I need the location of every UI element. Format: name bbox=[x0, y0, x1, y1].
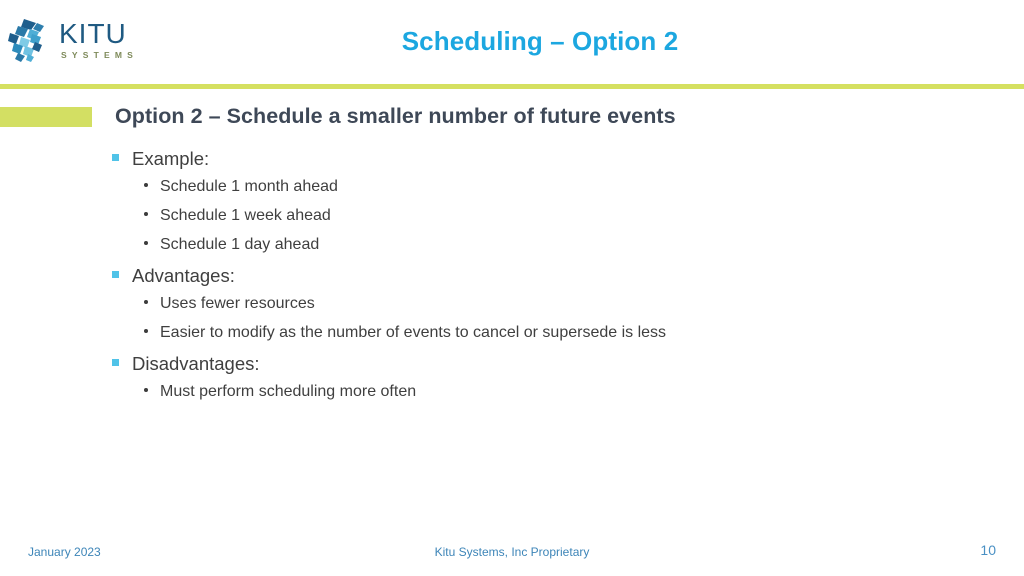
dot-bullet-icon bbox=[144, 329, 148, 333]
bullet-item-level2: Schedule 1 day ahead bbox=[112, 236, 972, 265]
bullet-sub-label: Uses fewer resources bbox=[160, 295, 315, 312]
dot-bullet-icon bbox=[144, 241, 148, 245]
logo-wordmark: KITU SYSTEMS bbox=[59, 20, 138, 60]
bullet-sub-label: Easier to modify as the number of events… bbox=[160, 324, 667, 341]
bullet-heading-label: Advantages: bbox=[132, 265, 235, 286]
bullet-sub-label: Must perform scheduling more often bbox=[160, 383, 417, 400]
dot-bullet-icon bbox=[144, 212, 148, 216]
logo-wordmark-secondary: SYSTEMS bbox=[61, 50, 139, 61]
presentation-slide: KITU SYSTEMS Scheduling – Option 2 Optio… bbox=[0, 0, 1024, 576]
bullet-heading-label: Example: bbox=[132, 148, 210, 169]
bullet-item-level1: Example: bbox=[112, 148, 972, 178]
square-bullet-icon bbox=[112, 271, 119, 278]
bullet-item-level1: Disadvantages: bbox=[112, 353, 972, 383]
kitu-systems-logo: KITU SYSTEMS bbox=[6, 14, 186, 66]
slide-title: Scheduling – Option 2 bbox=[401, 26, 679, 56]
square-bullet-icon bbox=[112, 154, 119, 161]
bullet-item-level1: Advantages: bbox=[112, 265, 972, 295]
slide-footer: January 2023 Kitu Systems, Inc Proprieta… bbox=[0, 542, 1024, 565]
header-divider-rule bbox=[0, 84, 1024, 89]
section-subtitle: Option 2 – Schedule a smaller number of … bbox=[115, 104, 676, 128]
dot-bullet-icon bbox=[144, 300, 148, 304]
bullet-sub-label: Schedule 1 day ahead bbox=[160, 236, 320, 253]
bullet-item-level2: Uses fewer resources bbox=[112, 295, 972, 324]
bullet-item-level2: Must perform scheduling more often bbox=[112, 383, 972, 412]
footer-proprietary-note: Kitu Systems, Inc Proprietary bbox=[434, 545, 590, 559]
logo-wordmark-primary: KITU bbox=[59, 18, 127, 50]
section-accent-bar bbox=[0, 107, 92, 127]
bullet-heading-label: Disadvantages: bbox=[132, 353, 260, 374]
bullet-sub-label: Schedule 1 month ahead bbox=[160, 178, 338, 195]
bullet-item-level2: Schedule 1 month ahead bbox=[112, 178, 972, 207]
bullet-list: Example: Schedule 1 month ahead Schedule… bbox=[112, 148, 972, 412]
dot-bullet-icon bbox=[144, 183, 148, 187]
dot-bullet-icon bbox=[144, 388, 148, 392]
bullet-sub-label: Schedule 1 week ahead bbox=[160, 207, 331, 224]
footer-page-number: 10 bbox=[980, 542, 996, 558]
bullet-item-level2: Schedule 1 week ahead bbox=[112, 207, 972, 236]
bullet-item-level2: Easier to modify as the number of events… bbox=[112, 324, 972, 353]
square-bullet-icon bbox=[112, 359, 119, 366]
kitu-network-mark-icon bbox=[8, 19, 44, 62]
